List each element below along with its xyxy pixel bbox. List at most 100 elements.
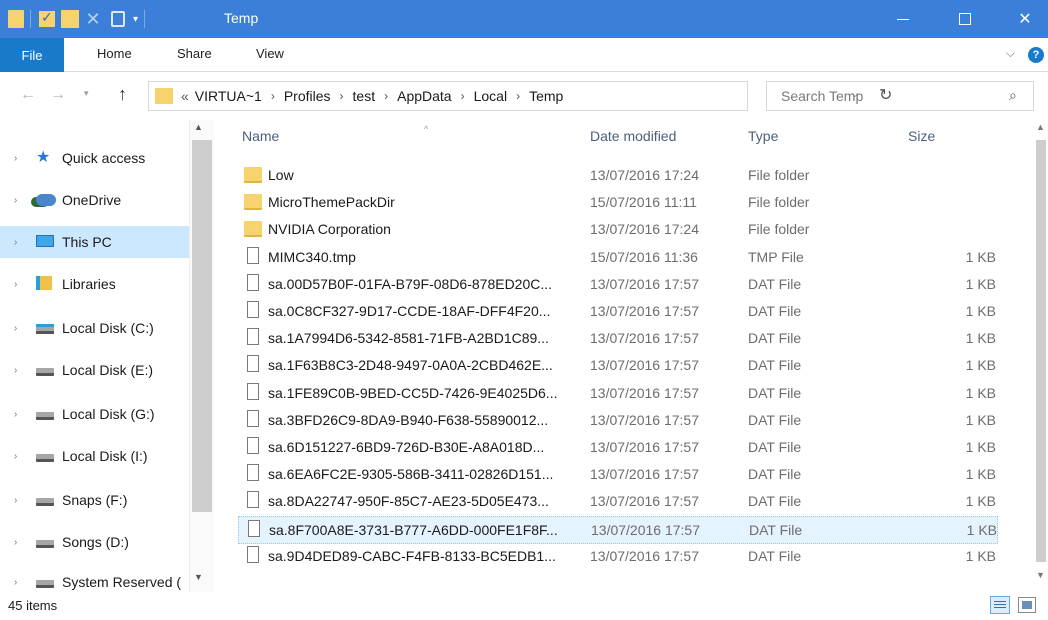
chevron-right-icon[interactable]: › [14, 279, 30, 290]
table-row[interactable]: MicroThemePackDir 15/07/2016 11:11 File fo… [238, 189, 998, 217]
nav-item-songs[interactable]: › Songs (D:) [0, 526, 214, 558]
nav-item-local-disk-g[interactable]: › Local Disk (G:) [0, 398, 214, 430]
forward-arrow-icon[interactable]: → [50, 86, 66, 104]
table-row[interactable]: sa.0C8CF327-9D17-CCDE-18AF-DFF4F20... 13/… [238, 298, 998, 326]
column-header-date[interactable]: Date modified [590, 128, 676, 144]
nav-item-label: Local Disk (I:) [62, 448, 148, 464]
table-row[interactable]: sa.3BFD26C9-8DA9-B940-F638-55890012... 13… [238, 407, 998, 435]
tab-home[interactable]: Home [97, 46, 132, 61]
breadcrumb-overflow[interactable]: « [181, 88, 189, 104]
nav-item-local-disk-c[interactable]: › Local Disk (C:) [0, 312, 214, 344]
chevron-right-icon[interactable]: › [14, 495, 30, 506]
address-bar[interactable]: « VIRTUA~1 › Profiles › test › AppData ›… [148, 81, 892, 111]
table-row[interactable]: sa.8F700A8E-3731-B777-A6DD-000FE1F8F... 1… [238, 515, 998, 544]
chevron-right-icon[interactable]: › [14, 153, 30, 164]
quick-access-toolbar: ✕ ▾ [8, 8, 153, 30]
drive-icon [36, 412, 54, 420]
scroll-up-arrow-icon[interactable]: ▲ [194, 122, 203, 132]
chevron-right-icon[interactable]: › [384, 89, 388, 103]
breadcrumb-item[interactable]: Profiles [284, 88, 331, 104]
nav-item-libraries[interactable]: › Libraries [0, 268, 214, 300]
table-row[interactable]: sa.1F63B8C3-2D48-9497-0A0A-2CBD462E... 13… [238, 352, 998, 380]
search-box[interactable]: Search Temp ⌕ [766, 81, 1034, 111]
breadcrumb-item[interactable]: AppData [397, 88, 451, 104]
breadcrumb-item[interactable]: VIRTUA~1 [195, 88, 262, 104]
nav-scrollbar-thumb[interactable] [192, 140, 212, 512]
scroll-up-arrow-icon[interactable]: ▲ [1036, 122, 1045, 132]
tab-file[interactable]: File [0, 38, 64, 72]
nav-item-this-pc[interactable]: › This PC [0, 226, 189, 258]
search-input[interactable]: Search Temp [781, 88, 863, 104]
file-list: Name ^ Date modified Type Size Low 13/07/… [214, 120, 1034, 592]
chevron-right-icon[interactable]: › [14, 577, 30, 588]
rename-icon[interactable] [111, 11, 125, 27]
breadcrumb-item[interactable]: Local [474, 88, 507, 104]
date-modified: 13/07/2016 17:57 [590, 411, 699, 428]
details-view-icon[interactable] [990, 596, 1010, 614]
up-arrow-icon[interactable]: ↑ [118, 84, 127, 105]
table-row[interactable]: sa.1FE89C0B-9BED-CC5D-7426-9E4025D6... 13… [238, 380, 998, 408]
chevron-right-icon[interactable]: › [14, 195, 30, 206]
chevron-right-icon[interactable]: › [340, 89, 344, 103]
nav-item-onedrive[interactable]: › OneDrive [0, 184, 214, 216]
chevron-right-icon[interactable]: › [14, 451, 30, 462]
nav-item-label: Snaps (F:) [62, 492, 128, 508]
file-name: sa.1FE89C0B-9BED-CC5D-7426-9E4025D6... [268, 384, 558, 401]
nav-item-label: System Reserved ( [62, 574, 182, 590]
chevron-right-icon[interactable]: › [271, 89, 275, 103]
chevron-right-icon[interactable]: › [14, 409, 30, 420]
maximize-button[interactable] [942, 0, 988, 38]
nav-item-system-reserved[interactable]: › System Reserved ( [0, 566, 214, 592]
customize-dropdown-icon[interactable]: ▾ [133, 14, 138, 25]
date-modified: 13/07/2016 17:57 [590, 547, 699, 564]
close-button[interactable]: ✕ [1002, 0, 1048, 38]
minimize-button[interactable] [880, 0, 926, 38]
chevron-right-icon[interactable]: › [516, 89, 520, 103]
this-pc-icon [36, 235, 54, 247]
table-row[interactable]: sa.00D57B0F-01FA-B79F-08D6-878ED20C... 13… [238, 271, 998, 299]
table-row[interactable]: sa.9D4DED89-CABC-F4FB-8133-BC5EDB1... 13/… [238, 543, 998, 571]
tab-view[interactable]: View [256, 46, 284, 61]
nav-item-quick-access[interactable]: › ★ Quick access [0, 142, 214, 174]
table-row[interactable]: sa.6EA6FC2E-9305-586B-3411-02826D151... 1… [238, 461, 998, 489]
column-header-name[interactable]: Name ^ [242, 124, 428, 144]
date-modified: 13/07/2016 17:57 [590, 439, 699, 455]
large-icons-view-icon[interactable] [1018, 597, 1036, 613]
chevron-right-icon[interactable]: › [14, 323, 30, 334]
table-row[interactable]: NVIDIA Corporation 13/07/2016 17:24 File f… [238, 216, 998, 244]
file-list-scrollbar-thumb[interactable] [1036, 140, 1046, 562]
file-type: TMP File [748, 248, 804, 265]
tab-share[interactable]: Share [177, 46, 212, 61]
table-row[interactable]: sa.1A7994D6-5342-8581-71FB-A2BD1C89... 13… [238, 325, 998, 353]
properties-check-icon[interactable] [39, 9, 55, 27]
table-row[interactable]: sa.6D151227-6BD9-726D-B30E-A8A018D... 13/… [238, 434, 998, 462]
column-header-type[interactable]: Type [748, 128, 778, 144]
table-row[interactable]: MIMC340.tmp 15/07/2016 11:36 TMP File 1 KB [238, 244, 998, 272]
expand-ribbon-icon[interactable]: ⌵ [1006, 46, 1015, 61]
date-modified: 13/07/2016 17:57 [591, 521, 700, 538]
date-modified: 13/07/2016 17:57 [590, 384, 699, 401]
navigation-pane: › ★ Quick access › OneDrive › This PC › … [0, 120, 214, 592]
help-icon[interactable]: ? [1028, 47, 1044, 63]
chevron-right-icon[interactable]: › [14, 365, 30, 376]
table-row[interactable]: Low 13/07/2016 17:24 File folder [238, 162, 998, 190]
new-folder-icon[interactable] [61, 10, 79, 28]
chevron-right-icon[interactable]: › [461, 89, 465, 103]
nav-item-local-disk-i[interactable]: › Local Disk (I:) [0, 440, 214, 472]
search-icon[interactable]: ⌕ [1009, 87, 1017, 104]
back-arrow-icon[interactable]: ← [20, 86, 36, 104]
star-icon: ★ [36, 149, 51, 166]
breadcrumb-item[interactable]: Temp [529, 88, 563, 104]
chevron-right-icon[interactable]: › [14, 537, 30, 548]
chevron-right-icon[interactable]: › [14, 237, 30, 248]
delete-icon[interactable]: ✕ [85, 10, 101, 28]
breadcrumb-item[interactable]: test [353, 88, 376, 104]
scroll-down-arrow-icon[interactable]: ▼ [194, 572, 203, 582]
table-row[interactable]: sa.8DA22747-950F-85C7-AE23-5D05E473... 13… [238, 488, 998, 516]
column-header-size[interactable]: Size [908, 128, 935, 144]
nav-item-snaps[interactable]: › Snaps (F:) [0, 484, 214, 516]
nav-item-local-disk-e[interactable]: › Local Disk (E:) [0, 354, 214, 386]
file-type: DAT File [748, 493, 802, 510]
scroll-down-arrow-icon[interactable]: ▼ [1036, 570, 1045, 580]
recent-locations-icon[interactable]: ▾ [84, 88, 89, 99]
